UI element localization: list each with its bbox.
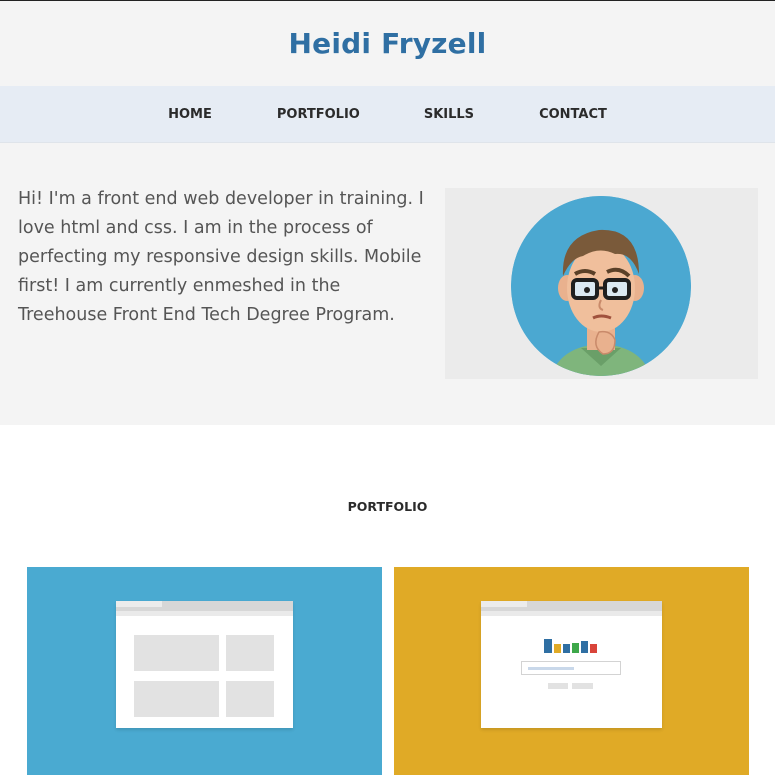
- browser-grid-layout-icon: [116, 601, 293, 728]
- project-card[interactable]: [394, 567, 749, 775]
- site-header: Heidi Fryzell: [0, 1, 775, 86]
- site-title[interactable]: Heidi Fryzell: [289, 27, 487, 60]
- avatar-card: [445, 188, 758, 379]
- nav-item-skills[interactable]: SKILLS: [424, 107, 474, 122]
- search-box: [521, 661, 621, 675]
- main-nav: HOME PORTFOLIO SKILLS CONTACT: [0, 86, 775, 143]
- search-button: [548, 683, 568, 689]
- portfolio-heading: PORTFOLIO: [347, 499, 428, 514]
- lucky-button: [572, 683, 593, 689]
- nav-item-home[interactable]: HOME: [168, 107, 212, 122]
- portfolio-section: PORTFOLIO: [0, 425, 775, 775]
- cartoon-avatar-icon: [511, 196, 691, 376]
- nav-item-portfolio[interactable]: PORTFOLIO: [277, 107, 360, 122]
- logo-bars-icon: [544, 639, 600, 653]
- avatar: [511, 196, 691, 376]
- nav-item-contact[interactable]: CONTACT: [539, 107, 607, 122]
- project-card[interactable]: [27, 567, 382, 775]
- browser-search-layout-icon: [481, 601, 662, 728]
- intro-text: Hi! I'm a front end web developer in tra…: [18, 189, 424, 325]
- intro-section: Hi! I'm a front end web developer in tra…: [0, 143, 775, 425]
